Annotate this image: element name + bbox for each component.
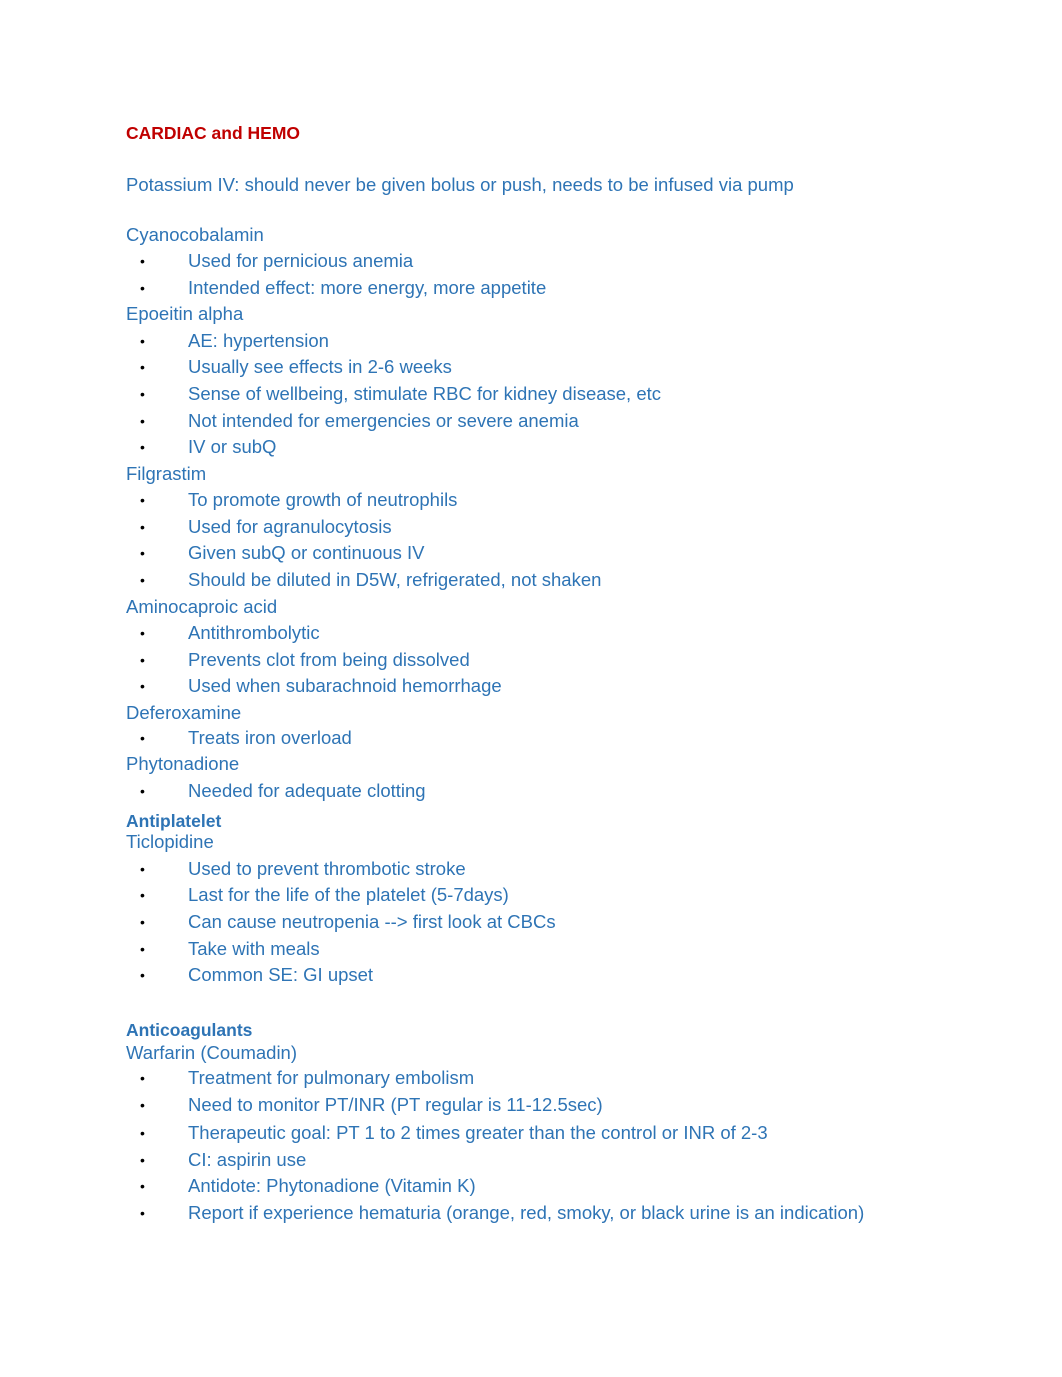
- list-item-text: Used when subarachnoid hemorrhage: [188, 675, 502, 696]
- bullet-icon: •: [140, 887, 145, 903]
- drug-name-epoeitin-alpha: Epoeitin alpha: [126, 303, 244, 324]
- bullet-icon: •: [140, 967, 145, 983]
- list-item-text: Prevents clot from being dissolved: [188, 649, 470, 670]
- list-item-text: Need to monitor PT/INR (PT regular is 11…: [188, 1094, 603, 1115]
- list-item-text: Treatment for pulmonary embolism: [188, 1067, 475, 1088]
- list-item-text: Should be diluted in D5W, refrigerated, …: [188, 569, 602, 590]
- list-item-text: Not intended for emergencies or severe a…: [188, 410, 579, 431]
- bullet-icon: •: [140, 1152, 145, 1168]
- list-item-text: Antidote: Phytonadione (Vitamin K): [188, 1175, 476, 1196]
- bullet-icon: •: [140, 914, 145, 930]
- bullet-icon: •: [140, 413, 145, 429]
- list-item-text: Antithrombolytic: [188, 622, 320, 643]
- bullet-icon: •: [140, 492, 145, 508]
- potassium-note: Potassium IV: should never be given bolu…: [126, 174, 794, 195]
- document-title: CARDIAC and HEMO: [126, 123, 301, 143]
- list-item-text: Treats iron overload: [188, 727, 352, 748]
- list-item-text: AE: hypertension: [188, 330, 329, 351]
- bullet-icon: •: [140, 783, 145, 799]
- bullet-icon: •: [140, 941, 145, 957]
- bullet-icon: •: [140, 439, 145, 455]
- bullet-icon: •: [140, 545, 145, 561]
- section-heading-anticoagulants: Anticoagulants: [126, 1020, 253, 1040]
- bullet-icon: •: [140, 333, 145, 349]
- list-item-text: CI: aspirin use: [188, 1149, 307, 1170]
- bullet-icon: •: [140, 1070, 145, 1086]
- drug-name-ticlopidine: Ticlopidine: [126, 831, 214, 852]
- bullet-icon: •: [140, 730, 145, 746]
- list-item-text: Last for the life of the platelet (5-7da…: [188, 884, 509, 905]
- bullet-icon: •: [140, 253, 145, 269]
- list-item-text: Can cause neutropenia --> first look at …: [188, 911, 556, 932]
- bullet-icon: •: [140, 1205, 145, 1221]
- section-heading-antiplatelet: Antiplatelet: [126, 811, 222, 831]
- list-item-text: Used for pernicious anemia: [188, 250, 414, 271]
- list-item-text: Sense of wellbeing, stimulate RBC for ki…: [188, 383, 662, 404]
- bullet-icon: •: [140, 280, 145, 296]
- drug-name-phytonadione: Phytonadione: [126, 753, 240, 774]
- bullet-icon: •: [140, 386, 145, 402]
- drug-name-filgrastim: Filgrastim: [126, 463, 207, 484]
- drug-name-warfarin: Warfarin (Coumadin): [126, 1042, 297, 1063]
- list-item-text: To promote growth of neutrophils: [188, 489, 458, 510]
- bullet-icon: •: [140, 572, 145, 588]
- list-item-text: Used to prevent thrombotic stroke: [188, 858, 466, 879]
- bullet-icon: •: [140, 678, 145, 694]
- bullet-icon: •: [140, 1097, 145, 1113]
- list-item-text: Take with meals: [188, 938, 320, 959]
- bullet-icon: •: [140, 861, 145, 877]
- list-item-text: Given subQ or continuous IV: [188, 542, 425, 563]
- list-item-text: Used for agranulocytosis: [188, 516, 392, 537]
- bullet-icon: •: [140, 652, 145, 668]
- list-item-text: Common SE: GI upset: [188, 964, 374, 985]
- bullet-icon: •: [140, 625, 145, 641]
- bullet-icon: •: [140, 1178, 145, 1194]
- list-item-text: Therapeutic goal: PT 1 to 2 times greate…: [188, 1122, 768, 1143]
- bullet-icon: •: [140, 359, 145, 375]
- drug-name-deferoxamine: Deferoxamine: [126, 702, 242, 723]
- bullet-icon: •: [140, 519, 145, 535]
- bullet-icon: •: [140, 1125, 145, 1141]
- drug-name-aminocaproic-acid: Aminocaproic acid: [126, 596, 278, 617]
- list-item-text: Intended effect: more energy, more appet…: [188, 277, 547, 298]
- list-item-text: Report if experience hematuria (orange, …: [188, 1202, 865, 1223]
- list-item-text: Needed for adequate clotting: [188, 780, 426, 801]
- list-item-text: Usually see effects in 2-6 weeks: [188, 356, 452, 377]
- list-item-text: IV or subQ: [188, 436, 277, 457]
- drug-name-cyanocobalamin: Cyanocobalamin: [126, 224, 264, 245]
